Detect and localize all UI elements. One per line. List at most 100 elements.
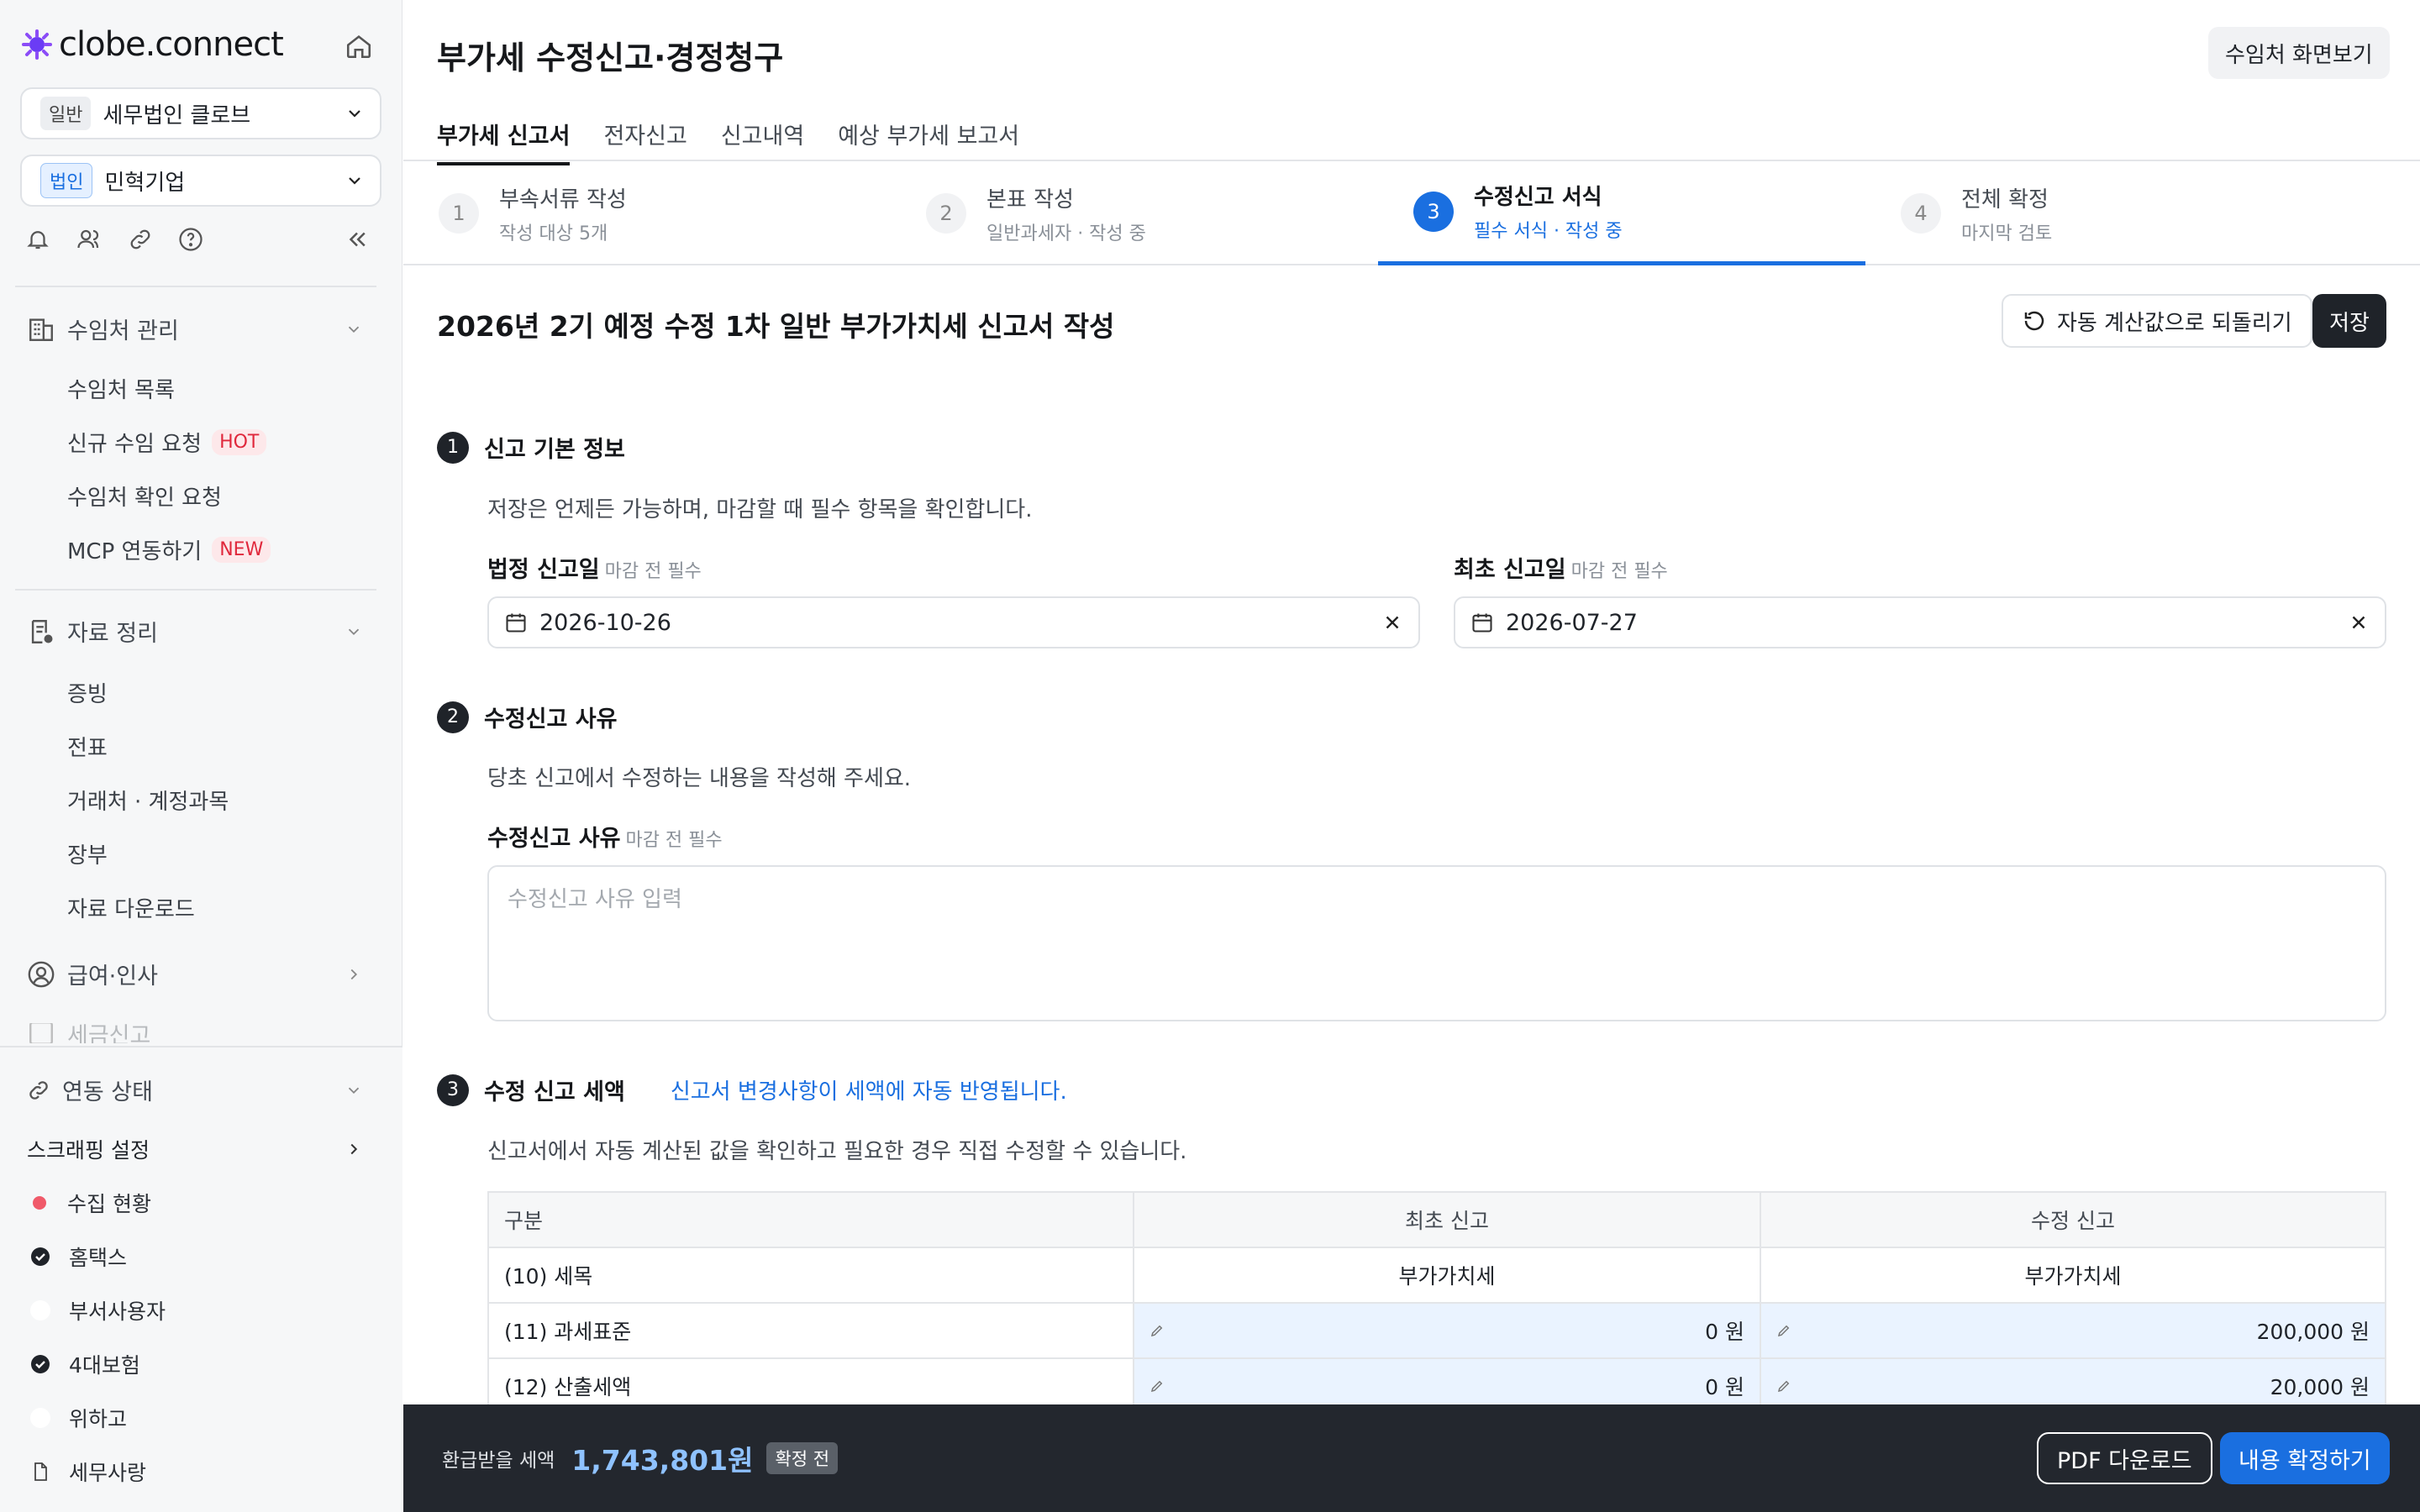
step-title: 전체 확정 xyxy=(1961,186,2049,213)
tax-icon xyxy=(29,1023,53,1043)
nav-section-clients[interactable]: 수임처 관리 xyxy=(27,312,363,345)
sidebar-item-new-request[interactable]: 신규 수임 요청 HOT xyxy=(67,427,267,458)
table-header-row: 구분 최초 신고 수정 신고 xyxy=(487,1191,2386,1248)
client-selector[interactable]: 법인 민혁기업 xyxy=(20,155,381,207)
sidebar-item-client-list[interactable]: 수임처 목록 xyxy=(67,373,175,404)
refund-amount: 1,743,801원 xyxy=(571,1444,754,1477)
sidebar-item-ledger[interactable]: 장부 xyxy=(67,838,108,869)
section-description: 당초 신고에서 수정하는 내용을 작성해 주세요. xyxy=(487,766,912,791)
save-button[interactable]: 저장 xyxy=(2312,294,2386,348)
revised-value: 부가가치세 xyxy=(1760,1247,2386,1304)
step-4[interactable]: 4 전체 확정마지막 검토 xyxy=(1865,161,2353,265)
integration-item[interactable]: 수집 현황 xyxy=(30,1188,151,1218)
first-value: 부가가치세 xyxy=(1133,1247,1761,1304)
integration-label: 세무사랑 xyxy=(69,1461,147,1485)
clear-icon[interactable] xyxy=(2348,612,2370,633)
collapse-sidebar-icon[interactable] xyxy=(345,227,370,252)
editable-cell[interactable]: 200,000 원 xyxy=(1760,1302,2386,1359)
section-basic-info: 1 신고 기본 정보 xyxy=(437,431,625,464)
step-sub: 마지막 검토 xyxy=(1961,223,2053,244)
sidebar-item-confirm-request[interactable]: 수임처 확인 요청 xyxy=(67,480,222,512)
nav-section-payroll[interactable]: 급여·인사 xyxy=(27,958,363,990)
legal-date-field[interactable]: 2026-10-26 xyxy=(487,596,1420,648)
user-circle-icon xyxy=(28,961,55,987)
status-badge: 확정 전 xyxy=(766,1442,839,1474)
nav-section-label: 급여·인사 xyxy=(67,963,158,990)
step-1[interactable]: 1 부속서류 작성 작성 대상 5개 xyxy=(403,161,891,265)
editable-cell[interactable]: 0 원 xyxy=(1133,1302,1761,1359)
tab-history[interactable]: 신고내역 xyxy=(721,118,804,165)
tab-estimated-report[interactable]: 예상 부가세 보고서 xyxy=(838,118,1019,165)
legal-date-label: 법정 신고일 마감 전 필수 xyxy=(487,551,702,584)
section-title: 수정신고 사유 xyxy=(484,706,618,732)
first-date-value: 2026-07-27 xyxy=(1506,609,1638,636)
users-icon[interactable] xyxy=(76,227,103,252)
tab-e-filing[interactable]: 전자신고 xyxy=(603,118,687,165)
pdf-download-button[interactable]: PDF 다운로드 xyxy=(2037,1432,2212,1484)
column-header: 구분 xyxy=(487,1191,1134,1248)
building-icon xyxy=(29,318,53,341)
sidebar-item-voucher[interactable]: 전표 xyxy=(67,731,108,762)
reason-textarea[interactable]: 수정신고 사유 입력 xyxy=(487,865,2386,1021)
form-title: 2026년 2기 예정 수정 1차 일반 부가가치세 신고서 작성 xyxy=(437,310,1115,343)
pencil-icon xyxy=(1150,1380,1163,1393)
nav-section-data[interactable]: 자료 정리 xyxy=(27,615,363,648)
section-title: 신고 기본 정보 xyxy=(484,437,625,463)
step-2[interactable]: 2 본표 작성 일반과세자 · 작성 중 xyxy=(891,161,1378,265)
error-status-icon xyxy=(33,1196,46,1210)
table-row: (10) 세목 부가가치세 부가가치세 xyxy=(487,1247,2386,1304)
integration-item[interactable]: 홈택스 xyxy=(30,1242,127,1272)
sidebar-item-label: 수임처 목록 xyxy=(67,378,175,403)
legal-date-value: 2026-10-26 xyxy=(539,609,671,636)
bell-icon[interactable] xyxy=(25,227,50,252)
sidebar-item-accounts[interactable]: 거래처 · 계정과목 xyxy=(67,785,229,816)
section-number: 3 xyxy=(437,1074,469,1106)
sidebar-item-mcp[interactable]: MCP 연동하기 NEW xyxy=(67,534,271,565)
step-3[interactable]: 3 수정신고 서식 필수 서식 · 작성 중 xyxy=(1378,161,1865,265)
company-selector[interactable]: 일반 세무법인 클로브 xyxy=(20,87,381,139)
row-label: (11) 과세표준 xyxy=(487,1302,1134,1359)
integration-label: 4대보험 xyxy=(69,1353,140,1378)
link-icon[interactable] xyxy=(128,227,153,252)
integration-status-header[interactable]: 연동 상태 xyxy=(27,1074,363,1106)
page-title: 부가세 수정신고·경정청구 xyxy=(437,39,784,76)
scraping-settings[interactable]: 스크래핑 설정 xyxy=(27,1134,363,1164)
nav-section-label: 자료 정리 xyxy=(67,621,158,647)
integration-title: 연동 상태 xyxy=(62,1079,153,1105)
integration-item[interactable]: 세무사랑 xyxy=(30,1457,146,1487)
home-icon[interactable] xyxy=(345,32,373,60)
integration-item[interactable]: 위하고 xyxy=(30,1403,127,1433)
chevron-down-icon xyxy=(348,1087,360,1094)
stepper: 1 부속서류 작성 작성 대상 5개 2 본표 작성 일반과세자 · 작성 중 3 … xyxy=(403,161,2420,265)
help-icon[interactable] xyxy=(178,227,203,252)
section-number: 2 xyxy=(437,701,469,733)
first-value: 0 원 xyxy=(1705,1320,1744,1344)
view-client-screen-button[interactable]: 수임처 화면보기 xyxy=(2208,27,2390,79)
nav-section-tax[interactable]: 세금신고 xyxy=(27,1023,363,1043)
section-title: 수정 신고 세액 xyxy=(484,1079,625,1105)
logo[interactable]: clobe.connect xyxy=(20,25,284,64)
sidebar-item-evidence[interactable]: 증빙 xyxy=(67,677,108,708)
tab-bar: 부가세 신고서 전자신고 신고내역 예상 부가세 보고서 xyxy=(437,118,1019,165)
reason-placeholder: 수정신고 사유 입력 xyxy=(508,887,682,912)
integration-label: 수집 현황 xyxy=(67,1192,151,1216)
clear-icon[interactable] xyxy=(1381,612,1403,633)
step-number: 4 xyxy=(1901,193,1941,234)
first-date-field[interactable]: 2026-07-27 xyxy=(1454,596,2386,648)
step-title: 본표 작성 xyxy=(986,186,1074,213)
pencil-icon xyxy=(1150,1325,1163,1337)
check-circle-icon xyxy=(31,1247,50,1266)
confirm-button[interactable]: 내용 확정하기 xyxy=(2220,1432,2390,1484)
reset-to-auto-button[interactable]: 자동 계산값으로 되돌리기 xyxy=(2002,294,2312,348)
sidebar-item-download[interactable]: 자료 다운로드 xyxy=(67,892,195,923)
integration-item[interactable]: 4대보험 xyxy=(30,1349,140,1379)
tab-vat-return[interactable]: 부가세 신고서 xyxy=(437,118,571,165)
check-circle-icon xyxy=(31,1355,50,1373)
section-description: 신고서에서 자동 계산된 값을 확인하고 필요한 경우 직접 수정할 수 있습니… xyxy=(487,1139,1187,1164)
integration-item[interactable]: 부서사용자 xyxy=(30,1295,166,1326)
section-reason: 2 수정신고 사유 xyxy=(437,701,617,733)
step-title: 부속서류 작성 xyxy=(499,186,627,213)
sidebar: clobe.connect 일반 세무법인 클로브 법인 민혁기업 수임처 관리… xyxy=(0,0,402,1512)
pencil-icon xyxy=(1777,1325,1790,1337)
field-label: 최초 신고일 xyxy=(1454,557,1566,583)
